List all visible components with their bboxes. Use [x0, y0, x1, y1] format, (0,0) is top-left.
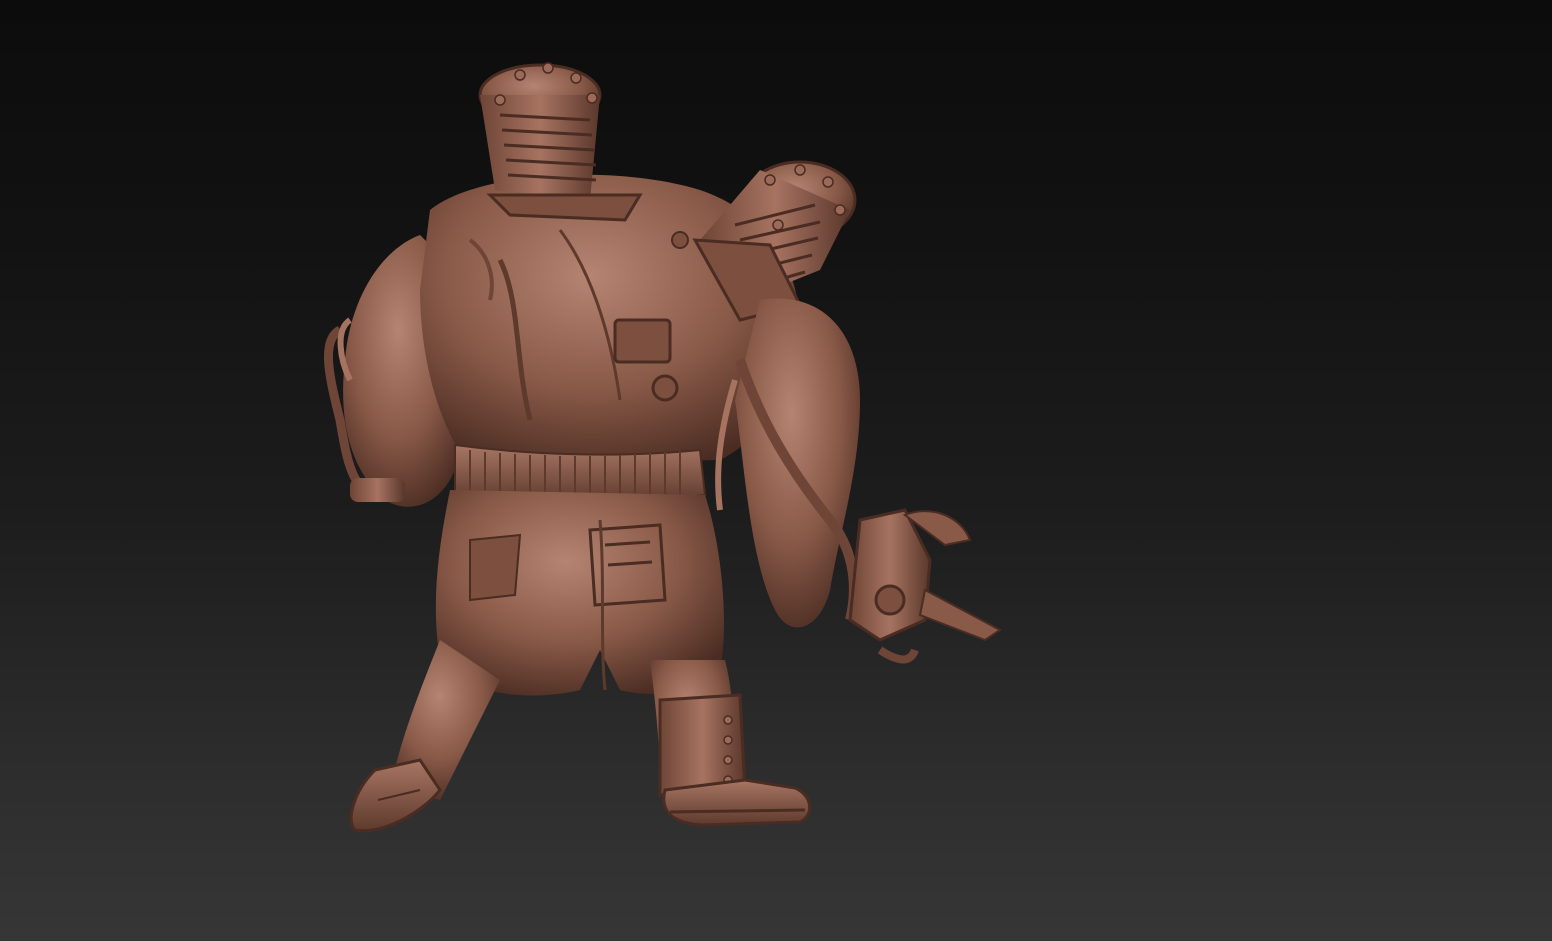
sculpt-viewport[interactable]: [0, 0, 1552, 941]
left-canister: [478, 62, 643, 222]
right-leg: [650, 660, 811, 827]
sculpted-model[interactable]: [0, 0, 1552, 941]
left-leg: [349, 640, 500, 833]
claw-device: [848, 508, 1002, 664]
